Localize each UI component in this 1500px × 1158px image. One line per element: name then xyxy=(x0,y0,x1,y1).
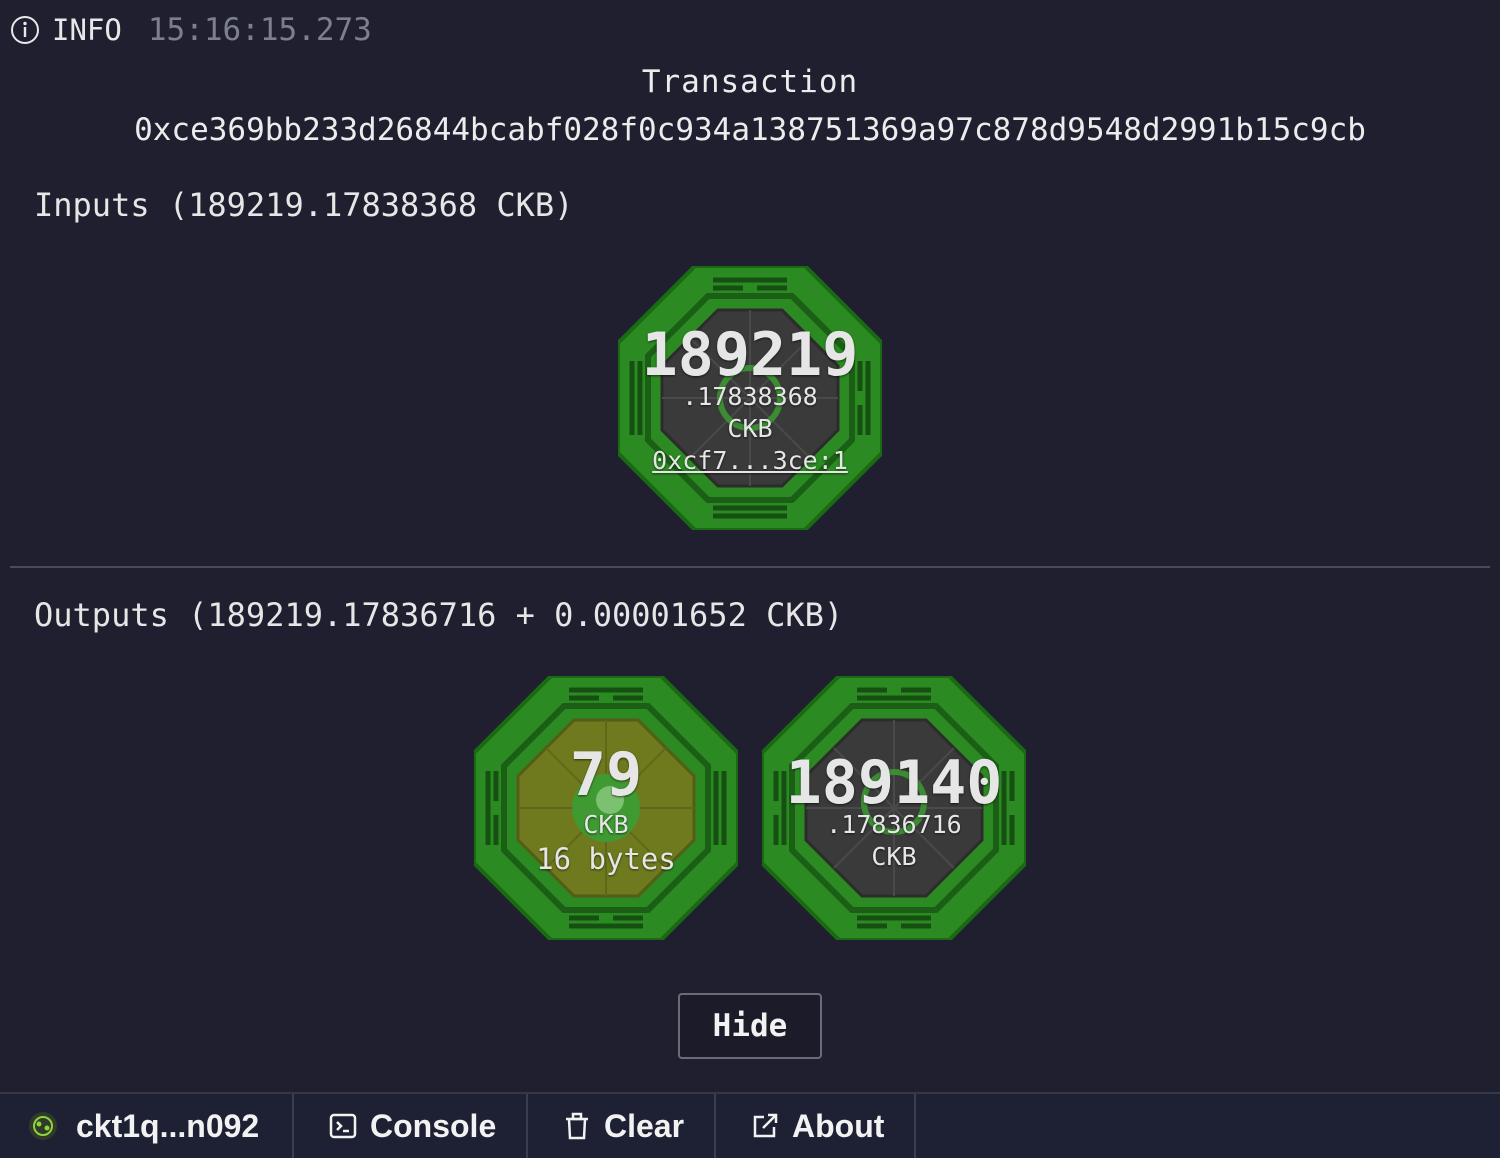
about-button[interactable]: About xyxy=(716,1094,916,1158)
account-button[interactable]: ckt1q...n092 xyxy=(0,1094,294,1158)
input-cell-unit: CKB xyxy=(727,414,773,443)
clear-label: Clear xyxy=(604,1107,685,1144)
input-cell-amount: 189219 xyxy=(641,320,859,390)
trash-icon xyxy=(566,1112,588,1140)
bottom-bar: ckt1q...n092 Console Clear About xyxy=(0,1092,1500,1158)
terminal-icon xyxy=(329,1113,357,1139)
console-button[interactable]: Console xyxy=(294,1094,528,1158)
inputs-heading: Inputs (189219.17838368 CKB) xyxy=(34,186,574,224)
account-avatar-icon xyxy=(29,1112,57,1140)
hide-button[interactable]: Hide xyxy=(678,993,822,1059)
console-label: Console xyxy=(370,1107,497,1144)
input-cell-outpoint-link[interactable]: 0xcf7...3ce:1 xyxy=(618,446,882,475)
output-cell-1[interactable]: 79 CKB 16 bytes xyxy=(474,676,738,940)
transaction-title: Transaction xyxy=(641,64,859,100)
external-link-icon xyxy=(753,1113,778,1138)
clear-button[interactable]: Clear xyxy=(528,1094,716,1158)
log-timestamp: 15:16:15.273 xyxy=(147,12,372,48)
input-cell[interactable]: 189219 .17838368 CKB 0xcf7...3ce:1 xyxy=(618,266,882,530)
about-label: About xyxy=(792,1107,885,1144)
output-cell-1-data-size: 16 bytes xyxy=(536,842,676,876)
output-cell-2-amount: 189140 xyxy=(785,748,1003,818)
input-cell-fraction: .17838368 xyxy=(682,382,818,411)
outputs-heading: Outputs (189219.17836716 + 0.00001652 CK… xyxy=(34,596,844,634)
output-cell-2-unit: CKB xyxy=(871,842,917,871)
output-cell-1-amount: 79 xyxy=(569,740,643,810)
output-cell-2[interactable]: 189140 .17836716 CKB xyxy=(762,676,1026,940)
section-divider xyxy=(10,566,1490,568)
log-header: INFO 15:16:15.273 xyxy=(10,10,372,50)
log-level: INFO xyxy=(52,13,122,47)
output-cell-1-unit: CKB xyxy=(583,810,629,839)
transaction-hash: 0xce369bb233d26844bcabf028f0c934a1387513… xyxy=(134,112,1366,148)
account-address: ckt1q...n092 xyxy=(76,1107,260,1144)
output-cell-2-fraction: .17836716 xyxy=(826,810,962,839)
info-icon xyxy=(11,16,39,44)
